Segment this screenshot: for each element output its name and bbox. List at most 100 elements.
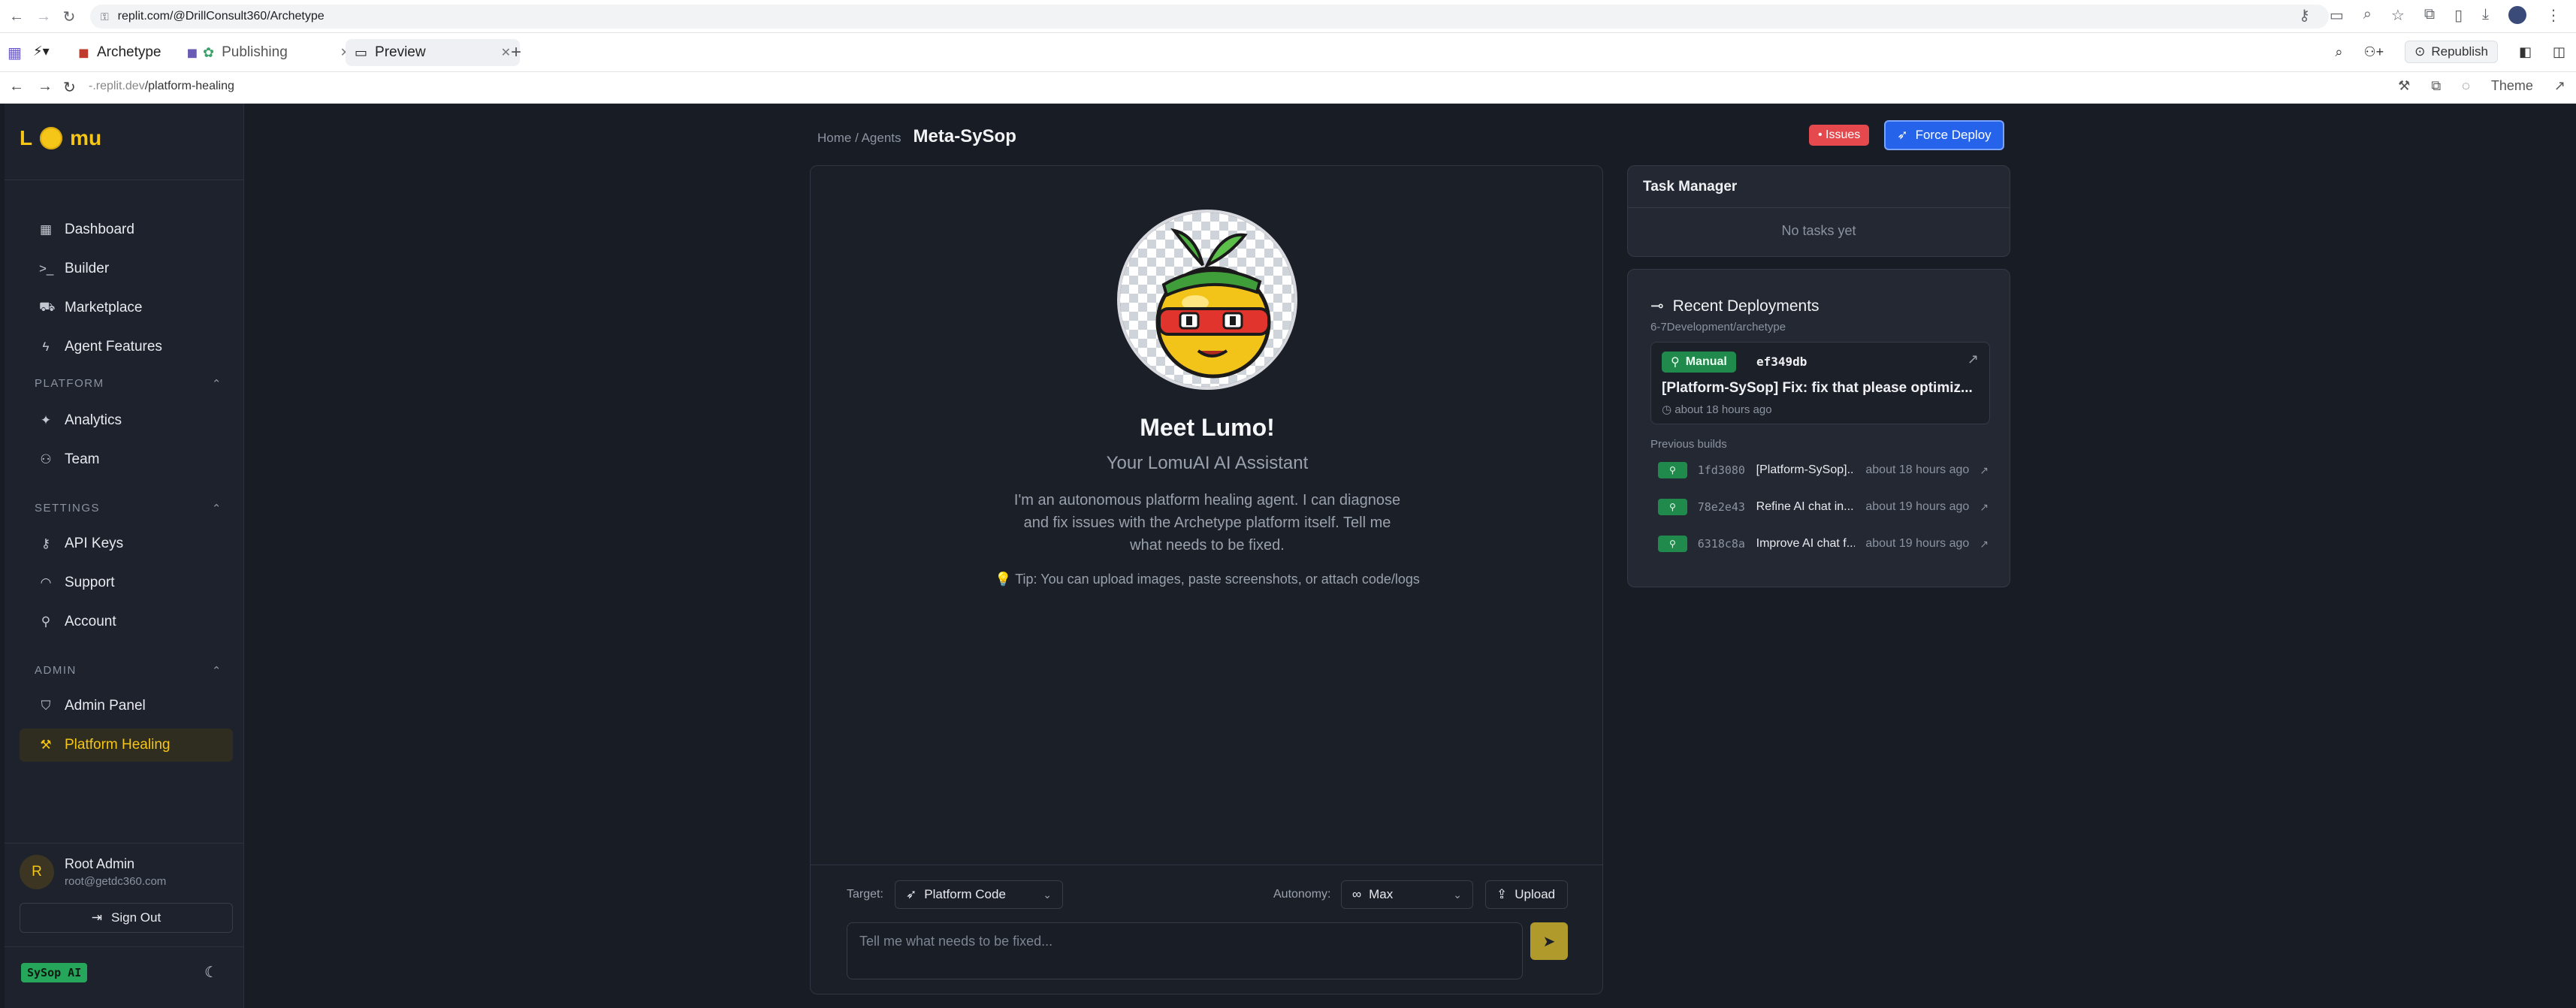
tab-preview[interactable]: ▭ Preview ✕ <box>346 39 520 66</box>
sidebar-item-api-keys[interactable]: ⚷ API Keys <box>20 527 233 560</box>
tab-publishing[interactable]: ✿ Publishing ✕ <box>194 39 359 66</box>
build-row[interactable]: ⚲ 1fd3080 [Platform-SySop]... about 18 h… <box>1658 459 1989 481</box>
section-admin-toggle[interactable]: ADMIN ⌃ <box>35 664 222 678</box>
user-name: Root Admin <box>65 856 135 871</box>
devtools-icon[interactable]: ⧉ <box>2431 78 2441 94</box>
preview-url[interactable]: -.replit.dev/platform-healing <box>89 80 234 93</box>
back-arrow-icon[interactable]: ← <box>6 6 27 27</box>
sidepanel-icon[interactable]: ▯ <box>2454 6 2463 25</box>
moon-icon[interactable]: ☾ <box>204 963 218 982</box>
chat-description: I'm an autonomous platform healing agent… <box>1013 492 1401 554</box>
sidebar-item-analytics[interactable]: ✦ Analytics <box>20 404 233 437</box>
chevron-up-icon: ⌃ <box>211 502 222 515</box>
terminal-icon: >_ <box>39 261 54 276</box>
sidebar-item-account[interactable]: ⚲ Account <box>20 605 233 638</box>
sidebar-item-marketplace[interactable]: ⛟ Marketplace <box>20 291 233 324</box>
open-external-icon[interactable]: ↗ <box>1980 501 1989 514</box>
user-email: root@getdc360.com <box>65 875 167 888</box>
sidebar-item-platform-healing[interactable]: ⚒ Platform Healing <box>20 729 233 762</box>
workspace-menu-icon[interactable]: ⚡▾ <box>33 44 50 59</box>
open-external-icon[interactable]: ↗ <box>1980 538 1989 551</box>
previous-builds-label: Previous builds <box>1650 438 1727 451</box>
new-tab-plus-icon[interactable]: + <box>511 42 521 63</box>
forward-arrow-icon[interactable]: → <box>33 6 54 27</box>
extensions-icon[interactable]: ⧉ <box>2424 6 2435 25</box>
chat-subheading: Your LomuAI AI Assistant <box>1106 453 1309 473</box>
send-button[interactable]: ➤ <box>1530 922 1568 960</box>
section-settings-toggle[interactable]: SETTINGS ⌃ <box>35 502 222 515</box>
sidebar-item-support[interactable]: ◠ Support <box>20 566 233 599</box>
build-row[interactable]: ⚲ 6318c8a Improve AI chat f... about 19 … <box>1658 533 1989 555</box>
site-info-icon[interactable]: ⚿ <box>101 11 109 23</box>
reload-icon[interactable]: ↻ <box>59 6 80 27</box>
sidebar-item-admin-panel[interactable]: ⛉ Admin Panel <box>20 690 233 723</box>
chat-input[interactable]: Tell me what needs to be fixed... <box>847 922 1523 979</box>
republish-button[interactable]: ⊙ Republish <box>2405 41 2498 63</box>
download-icon[interactable]: ⤓ <box>2482 6 2489 25</box>
cast-icon[interactable]: ▭ <box>2330 6 2344 25</box>
profile-avatar[interactable] <box>2508 6 2526 24</box>
open-external-icon[interactable]: ↗ <box>2554 78 2565 94</box>
zoom-icon[interactable]: ⌕ <box>2363 6 2372 25</box>
task-empty-state: No tasks yet <box>1781 223 1856 238</box>
breadcrumb-path[interactable]: Home / Agents <box>817 131 901 146</box>
sysop-badge: SySop AI <box>21 963 88 982</box>
invite-user-icon[interactable]: ⚇+ <box>2363 44 2384 60</box>
browser-toolbar: ← → ↻ ⚿ replit.com/@DrillConsult360/Arch… <box>0 0 2576 33</box>
sidebar-item-builder[interactable]: >_ Builder <box>20 252 233 285</box>
reload-icon[interactable]: ↻ <box>63 78 76 97</box>
address-bar[interactable]: ⚿ replit.com/@DrillConsult360/Archetype <box>90 5 2329 29</box>
lumo-mascot-image <box>1117 210 1297 390</box>
dashboard-icon: ▦ <box>39 222 53 237</box>
wrench-icon[interactable]: ⚒ <box>2398 78 2410 94</box>
back-arrow-icon[interactable]: ← <box>9 78 24 95</box>
section-platform-toggle[interactable]: PLATFORM ⌃ <box>35 377 222 391</box>
commit-time: ◷ about 18 hours ago <box>1662 403 1772 416</box>
chevron-up-icon: ⌃ <box>211 665 222 678</box>
forward-arrow-icon[interactable]: → <box>38 78 53 95</box>
target-label: Target: <box>847 888 883 901</box>
deployments-title: ⊸ Recent Deployments <box>1650 297 1820 315</box>
autonomy-select[interactable]: ∞ Max ⌄ <box>1341 880 1473 909</box>
user-icon: ⚲ <box>1671 356 1680 369</box>
bookmark-star-icon[interactable]: ☆ <box>2391 6 2405 25</box>
target-select[interactable]: ➶ Platform Code ⌄ <box>895 880 1063 909</box>
sign-out-button[interactable]: ⇥ Sign Out <box>20 903 233 933</box>
browser-actions: ⚷ ▭ ⌕ ☆ ⧉ ▯ ⤓ ⋮ <box>2299 6 2561 25</box>
sidebar-item-dashboard[interactable]: ▦ Dashboard <box>20 213 233 246</box>
chat-composer: Target: ➶ Platform Code ⌄ Autonomy: ∞ Ma… <box>811 865 1602 994</box>
close-icon[interactable]: ✕ <box>501 45 511 60</box>
search-icon[interactable]: ⌕ <box>2335 44 2342 60</box>
force-deploy-button[interactable]: ➶ Force Deploy <box>1884 120 2004 150</box>
sidebar-item-agent-features[interactable]: ϟ Agent Features <box>20 330 233 364</box>
split-pane-icon[interactable]: ◫ <box>2553 44 2565 60</box>
sparkles-icon: ✦ <box>40 413 52 427</box>
headphones-icon: ◠ <box>40 575 52 590</box>
manual-badge: ⚲ Manual <box>1662 352 1736 373</box>
user-icon: ⚲ <box>41 614 51 629</box>
upload-button[interactable]: ⇪ Upload <box>1485 880 1568 909</box>
page-title: Meta-SySop <box>913 126 1016 146</box>
app-root: L mu ▦ Dashboard >_ Builder ⛟ Marketplac… <box>0 104 2576 1008</box>
chat-icon[interactable]: ◌ <box>2462 78 2470 94</box>
build-row[interactable]: ⚲ 78e2e43 Refine AI chat in... about 19 … <box>1658 496 1989 518</box>
user-icon: ⚲ <box>1658 536 1687 552</box>
tab-archetype[interactable]: ◼ Archetype ◼ <box>69 39 207 66</box>
open-external-icon[interactable]: ↗ <box>1980 464 1989 477</box>
archetype-favicon-icon: ◼ <box>78 44 89 60</box>
replit-workspace-bar: ▦ ⚡▾ ◼ Archetype ◼ ✿ Publishing ✕ ▭ Prev… <box>0 33 2576 72</box>
open-external-icon[interactable]: ↗ <box>1967 352 1979 367</box>
theme-toggle[interactable]: Theme <box>2491 78 2533 94</box>
chat-panel: Meet Lumo! Your LomuAI AI Assistant I'm … <box>810 165 1603 994</box>
replit-grid-icon[interactable]: ▦ <box>8 44 22 62</box>
latest-deployment-card[interactable]: ⚲ Manual ef349db ↗ [Platform-SySop] Fix:… <box>1650 342 1990 424</box>
infinity-icon: ∞ <box>1352 887 1362 901</box>
chevron-up-icon: ⌃ <box>211 378 222 391</box>
issues-button[interactable]: • Issues <box>1809 125 1870 146</box>
sidebar-item-team[interactable]: ⚇ Team <box>20 443 233 476</box>
password-key-icon[interactable]: ⚷ <box>2299 6 2310 25</box>
menu-dots-icon[interactable]: ⋮ <box>2546 6 2561 25</box>
layout-icon[interactable]: ◧ <box>2519 44 2532 60</box>
user-profile: R Root Admin root@getdc360.com <box>20 855 166 889</box>
lomu-logo[interactable]: L mu <box>20 126 101 150</box>
